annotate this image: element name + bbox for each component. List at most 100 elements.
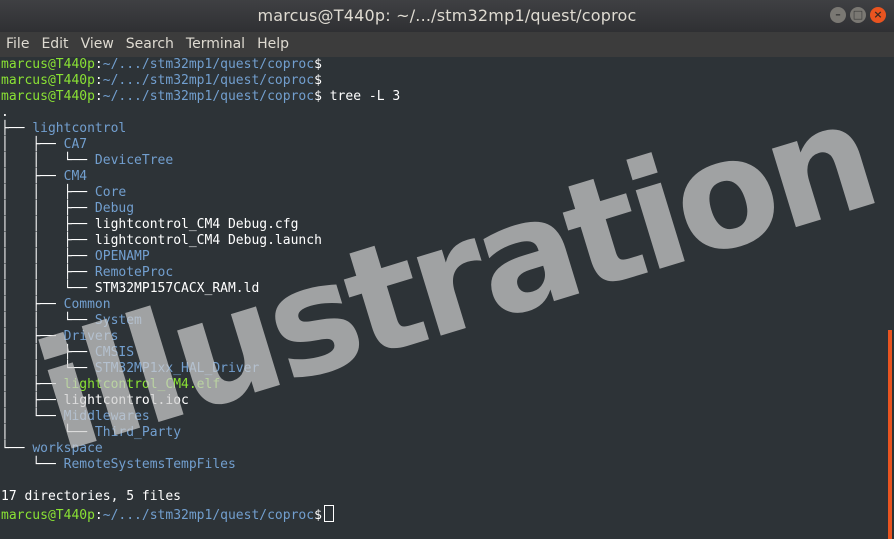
tree-branch: │ │ ├── <box>1 345 95 360</box>
prompt-path: ~/.../stm32mp1/quest/coproc <box>102 73 315 88</box>
tree-branch: │ │ ├── <box>1 201 95 216</box>
prompt-separator: : <box>94 73 103 88</box>
tree-entry: │ │ ├── lightcontrol_CM4 Debug.cfg <box>0 217 884 233</box>
summary-line: 17 directories, 5 files <box>0 489 884 505</box>
tree-branch: │ └── <box>1 409 64 424</box>
tree-directory: CM4 <box>63 169 88 184</box>
tree-branch: │ │ └── <box>1 361 95 376</box>
title-bar: marcus@T440p: ~/.../stm32mp1/quest/copro… <box>0 0 894 32</box>
prompt-line: marcus@T440p:~/.../stm32mp1/quest/coproc… <box>0 89 884 105</box>
tree-branch: │ ├── <box>1 169 64 184</box>
prompt-user-host: marcus@T440p <box>1 89 95 104</box>
tree-entry: │ │ ├── CMSIS <box>0 345 884 361</box>
tree-entry: │ │ └── STM32MP157CACX_RAM.ld <box>0 281 884 297</box>
menu-help[interactable]: Help <box>251 32 295 57</box>
prompt-symbol: $ <box>314 57 322 72</box>
tree-directory: workspace <box>32 441 103 456</box>
prompt-separator: : <box>94 89 103 104</box>
tree-branch: │ │ ├── <box>1 185 95 200</box>
prompt-symbol: $ <box>314 508 322 523</box>
menu-search[interactable]: Search <box>120 32 180 57</box>
tree-directory: lightcontrol <box>32 121 127 136</box>
tree-branch: │ ├── <box>1 377 64 392</box>
prompt-user-host: marcus@T440p <box>1 508 95 523</box>
maximize-button[interactable]: □ <box>850 7 866 23</box>
menu-file[interactable]: File <box>0 32 35 57</box>
tree-entry: │ │ └── System <box>0 313 884 329</box>
tree-directory: DeviceTree <box>94 153 174 168</box>
terminal-output[interactable]: marcus@T440p:~/.../stm32mp1/quest/coproc… <box>0 57 884 539</box>
prompt-path: ~/.../stm32mp1/quest/coproc <box>102 57 315 72</box>
tree-directory: OPENAMP <box>94 249 150 264</box>
tree-branch: │ │ └── <box>1 153 95 168</box>
tree-directory: System <box>94 313 142 328</box>
tree-directory: CMSIS <box>94 345 135 360</box>
tree-directory: Debug <box>94 201 135 216</box>
tree-entry: │ │ └── STM32MP1xx_HAL_Driver <box>0 361 884 377</box>
menu-view[interactable]: View <box>75 32 120 57</box>
tree-branch: │ │ └── <box>1 313 95 328</box>
tree-file: lightcontrol_CM4 Debug.launch <box>94 233 322 248</box>
tree-branch: │ │ ├── <box>1 265 95 280</box>
tree-entry: └── RemoteSystemsTempFiles <box>0 457 884 473</box>
tree-entry: │ ├── CM4 <box>0 169 884 185</box>
prompt-symbol: $ <box>314 89 322 104</box>
prompt-line: marcus@T440p:~/.../stm32mp1/quest/coproc… <box>0 505 884 523</box>
tree-branch: └── <box>1 457 64 472</box>
tree-branch: │ ├── <box>1 393 64 408</box>
tree-directory: RemoteProc <box>94 265 174 280</box>
prompt-symbol: $ <box>314 73 322 88</box>
tree-entry: │ │ ├── lightcontrol_CM4 Debug.launch <box>0 233 884 249</box>
close-button[interactable]: × <box>870 7 886 23</box>
tree-summary: 17 directories, 5 files <box>1 489 182 504</box>
tree-file: lightcontrol_CM4 Debug.cfg <box>94 217 299 232</box>
tree-entry: │ │ ├── RemoteProc <box>0 265 884 281</box>
tree-directory: Drivers <box>63 329 119 344</box>
menu-bar: File Edit View Search Terminal Help <box>0 32 894 57</box>
window-controls: – □ × <box>830 7 886 23</box>
scrollbar[interactable] <box>884 57 894 539</box>
tree-entry: . <box>0 105 884 121</box>
tree-directory: Core <box>94 185 127 200</box>
prompt-line: marcus@T440p:~/.../stm32mp1/quest/coproc… <box>0 57 884 73</box>
tree-entry: │ │ ├── Core <box>0 185 884 201</box>
prompt-path: ~/.../stm32mp1/quest/coproc <box>102 508 315 523</box>
tree-entry: │ └── Third_Party <box>0 425 884 441</box>
tree-file: lightcontrol_CM4.elf <box>63 377 221 392</box>
tree-branch: │ ├── <box>1 137 64 152</box>
tree-branch: │ └── <box>1 425 95 440</box>
tree-file: STM32MP157CACX_RAM.ld <box>94 281 260 296</box>
tree-entry: │ ├── lightcontrol_CM4.elf <box>0 377 884 393</box>
text-cursor <box>323 505 334 522</box>
tree-directory: CA7 <box>63 137 88 152</box>
tree-branch: │ │ ├── <box>1 217 95 232</box>
tree-branch: │ ├── <box>1 329 64 344</box>
tree-entry: ├── lightcontrol <box>0 121 884 137</box>
tree-entry: │ │ └── DeviceTree <box>0 153 884 169</box>
tree-entry: │ ├── Common <box>0 297 884 313</box>
command-text: tree -L 3 <box>321 89 401 104</box>
scrollbar-thumb[interactable] <box>888 330 892 539</box>
prompt-separator: : <box>94 508 103 523</box>
window-title: marcus@T440p: ~/.../stm32mp1/quest/copro… <box>257 6 637 25</box>
minimize-button[interactable]: – <box>830 7 846 23</box>
prompt-path: ~/.../stm32mp1/quest/coproc <box>102 89 315 104</box>
tree-entry: │ ├── lightcontrol.ioc <box>0 393 884 409</box>
tree-directory: STM32MP1xx_HAL_Driver <box>94 361 260 376</box>
tree-directory: Middlewares <box>63 409 150 424</box>
menu-terminal[interactable]: Terminal <box>180 32 251 57</box>
tree-entry: │ │ ├── OPENAMP <box>0 249 884 265</box>
prompt-user-host: marcus@T440p <box>1 73 95 88</box>
menu-edit[interactable]: Edit <box>35 32 74 57</box>
tree-branch: ├── <box>1 121 33 136</box>
tree-branch: │ │ ├── <box>1 233 95 248</box>
tree-directory: RemoteSystemsTempFiles <box>63 457 236 472</box>
tree-branch: │ │ ├── <box>1 249 95 264</box>
tree-entry: └── workspace <box>0 441 884 457</box>
tree-file: . <box>1 105 9 120</box>
tree-directory: Common <box>63 297 111 312</box>
prompt-line: marcus@T440p:~/.../stm32mp1/quest/coproc… <box>0 73 884 89</box>
tree-file: lightcontrol.ioc <box>63 393 189 408</box>
tree-entry: │ │ ├── Debug <box>0 201 884 217</box>
